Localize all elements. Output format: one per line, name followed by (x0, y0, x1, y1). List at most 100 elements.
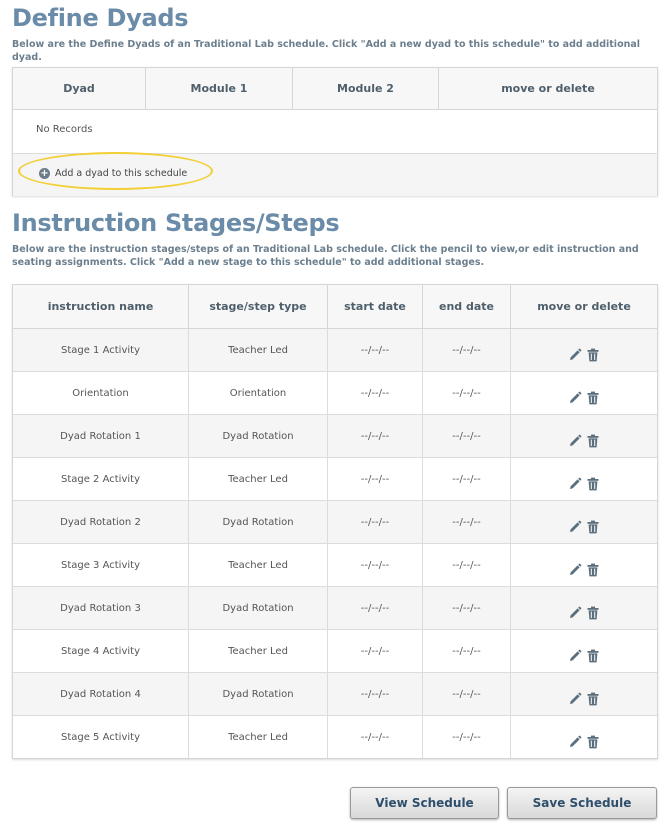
start-date-cell: --/--/-- (328, 716, 423, 758)
end-date-cell: --/--/-- (423, 587, 511, 629)
start-date-cell: --/--/-- (328, 501, 423, 543)
stages-table: instruction name stage/step type start d… (12, 284, 658, 759)
table-row: Dyad Rotation 1 Dyad Rotation --/--/-- --/-… (13, 415, 657, 458)
actions-cell (511, 329, 657, 371)
view-schedule-button[interactable]: View Schedule (350, 787, 499, 819)
end-date-cell: --/--/-- (423, 329, 511, 371)
pencil-icon[interactable] (568, 606, 582, 620)
end-date-cell: --/--/-- (423, 415, 511, 457)
pencil-icon[interactable] (568, 520, 582, 534)
instruction-name-cell: Dyad Rotation 1 (13, 415, 189, 457)
actions-cell (511, 372, 657, 414)
pencil-icon[interactable] (568, 692, 582, 706)
trash-icon[interactable] (586, 348, 600, 362)
trash-icon[interactable] (586, 477, 600, 491)
actions-cell (511, 587, 657, 629)
dyads-table-header: Dyad Module 1 Module 2 move or delete (13, 68, 657, 110)
add-dyad-label: Add a dyad to this schedule (55, 168, 188, 179)
table-row: Stage 3 Activity Teacher Led --/--/-- --/--… (13, 544, 657, 587)
column-header-instruction-name: instruction name (13, 285, 189, 328)
trash-icon[interactable] (586, 649, 600, 663)
stage-type-cell: Teacher Led (189, 630, 328, 672)
stage-type-cell: Dyad Rotation (189, 673, 328, 715)
end-date-cell: --/--/-- (423, 630, 511, 672)
stages-table-header: instruction name stage/step type start d… (13, 285, 657, 329)
stages-description: Below are the instruction stages/steps o… (12, 244, 639, 268)
table-row: Stage 1 Activity Teacher Led --/--/-- --/--… (13, 329, 657, 372)
plus-circle-icon: + (39, 168, 50, 179)
dyads-table: Dyad Module 1 Module 2 move or delete No… (12, 67, 658, 196)
stage-type-cell: Teacher Led (189, 458, 328, 500)
actions-cell (511, 673, 657, 715)
trash-icon[interactable] (586, 563, 600, 577)
start-date-cell: --/--/-- (328, 673, 423, 715)
trash-icon[interactable] (586, 434, 600, 448)
pencil-icon[interactable] (568, 391, 582, 405)
stages-title: Instruction Stages/Steps (12, 209, 340, 237)
pencil-icon[interactable] (568, 735, 582, 749)
pencil-icon[interactable] (568, 348, 582, 362)
table-row: Stage 5 Activity Teacher Led --/--/-- --/--… (13, 716, 657, 758)
column-header-move-or-delete: move or delete (537, 300, 631, 313)
pencil-icon[interactable] (568, 477, 582, 491)
stage-type-cell: Dyad Rotation (189, 587, 328, 629)
actions-cell (511, 716, 657, 758)
start-date-cell: --/--/-- (328, 329, 423, 371)
pencil-icon[interactable] (568, 434, 582, 448)
column-header-module-2: Module 2 (293, 68, 439, 109)
start-date-cell: --/--/-- (328, 587, 423, 629)
pencil-icon[interactable] (568, 649, 582, 663)
instruction-name-cell: Stage 5 Activity (13, 716, 189, 758)
actions-cell (511, 458, 657, 500)
add-dyad-row: + Add a dyad to this schedule (13, 152, 657, 196)
stages-table-body: Stage 1 Activity Teacher Led --/--/-- --/--… (13, 329, 657, 758)
table-row: Orientation Orientation --/--/-- --/--/-- (13, 372, 657, 415)
column-header-start-date: start date (328, 285, 423, 328)
end-date-cell: --/--/-- (423, 673, 511, 715)
actions-cell (511, 544, 657, 586)
column-header-end-date: end date (423, 285, 511, 328)
instruction-name-cell: Dyad Rotation 3 (13, 587, 189, 629)
no-records-text: No Records (36, 124, 93, 135)
dyads-title: Define Dyads (12, 4, 189, 32)
stage-type-cell: Dyad Rotation (189, 501, 328, 543)
column-header-module-1: Module 1 (146, 68, 293, 109)
instruction-name-cell: Orientation (13, 372, 189, 414)
instruction-name-cell: Dyad Rotation 2 (13, 501, 189, 543)
stage-type-cell: Orientation (189, 372, 328, 414)
instruction-name-cell: Stage 2 Activity (13, 458, 189, 500)
stage-type-cell: Teacher Led (189, 329, 328, 371)
stage-type-cell: Dyad Rotation (189, 415, 328, 457)
table-row: Dyad Rotation 4 Dyad Rotation --/--/-- --/-… (13, 673, 657, 716)
table-row: Dyad Rotation 3 Dyad Rotation --/--/-- --/-… (13, 587, 657, 630)
table-row: Dyad Rotation 2 Dyad Rotation --/--/-- --/-… (13, 501, 657, 544)
start-date-cell: --/--/-- (328, 415, 423, 457)
stage-type-cell: Teacher Led (189, 544, 328, 586)
trash-icon[interactable] (586, 606, 600, 620)
trash-icon[interactable] (586, 735, 600, 749)
empty-row: No Records (13, 110, 657, 153)
column-header-dyad: Dyad (13, 68, 146, 109)
end-date-cell: --/--/-- (423, 544, 511, 586)
start-date-cell: --/--/-- (328, 458, 423, 500)
stage-type-cell: Teacher Led (189, 716, 328, 758)
add-dyad-link[interactable]: + Add a dyad to this schedule (39, 168, 187, 179)
dyads-description: Below are the Define Dyads of an Traditi… (12, 39, 641, 63)
instruction-name-cell: Stage 4 Activity (13, 630, 189, 672)
trash-icon[interactable] (586, 391, 600, 405)
column-header-stage-type: stage/step type (189, 285, 328, 328)
end-date-cell: --/--/-- (423, 458, 511, 500)
actions-cell (511, 501, 657, 543)
table-row: Stage 2 Activity Teacher Led --/--/-- --/--… (13, 458, 657, 501)
save-schedule-button[interactable]: Save Schedule (507, 787, 657, 819)
table-row: Stage 4 Activity Teacher Led --/--/-- --/--… (13, 630, 657, 673)
column-header-move-or-delete: move or delete (501, 82, 595, 95)
trash-icon[interactable] (586, 520, 600, 534)
start-date-cell: --/--/-- (328, 544, 423, 586)
actions-cell (511, 630, 657, 672)
actions-cell (511, 415, 657, 457)
instruction-name-cell: Dyad Rotation 4 (13, 673, 189, 715)
trash-icon[interactable] (586, 692, 600, 706)
pencil-icon[interactable] (568, 563, 582, 577)
end-date-cell: --/--/-- (423, 501, 511, 543)
